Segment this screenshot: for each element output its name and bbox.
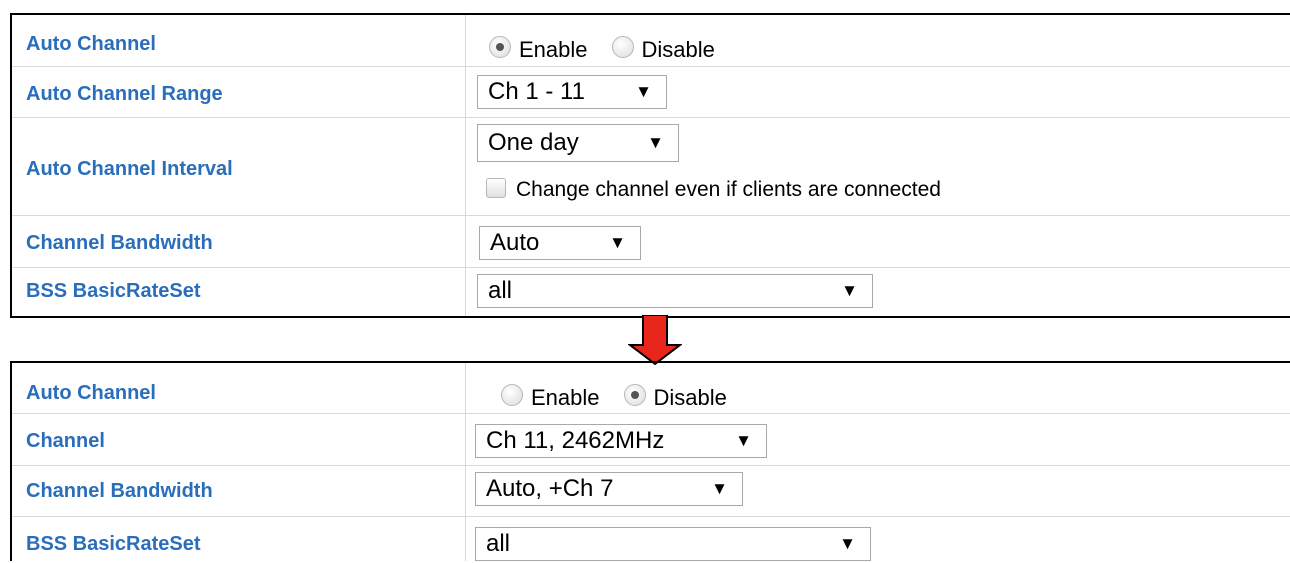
chevron-down-icon: ▼	[711, 479, 728, 498]
bss-basic-rate-set-select[interactable]: all ▼	[475, 527, 871, 561]
bss-basic-rate-set-value: all	[486, 530, 511, 557]
auto-channel-radio-group: Enable Disable	[477, 379, 751, 411]
bss-basic-rate-set-select[interactable]: all ▼	[477, 274, 873, 308]
disable-radio[interactable]	[611, 36, 634, 58]
enable-radio[interactable]	[489, 36, 511, 58]
chevron-down-icon: ▼	[841, 281, 858, 300]
change-channel-checkbox-label: Change channel even if clients are conne…	[516, 178, 941, 201]
auto-channel-range-select[interactable]: Ch 1 - 11 ▼	[477, 75, 667, 109]
row-channel-bandwidth: Channel Bandwidth Auto, +Ch 7 ▼	[12, 466, 1290, 517]
disable-radio-label: Disable	[641, 37, 715, 62]
channel-bandwidth-label: Channel Bandwidth	[26, 232, 213, 254]
auto-channel-range-label: Auto Channel Range	[26, 83, 223, 105]
disable-radio[interactable]	[623, 384, 646, 406]
row-auto-channel: Auto Channel Enable Disable	[12, 363, 1290, 414]
settings-panel-after: Auto Channel Enable Disable Channel Ch 1…	[10, 361, 1290, 561]
row-bss-basic-rate-set: BSS BasicRateSet all ▼	[12, 517, 1290, 563]
auto-channel-interval-select[interactable]: One day ▼	[477, 124, 679, 162]
channel-bandwidth-value: Auto, +Ch 7	[486, 475, 614, 502]
channel-label: Channel	[26, 430, 105, 452]
row-auto-channel: Auto Channel Enable Disable	[12, 15, 1290, 67]
auto-channel-radio-group: Enable Disable	[477, 31, 739, 63]
chevron-down-icon: ▼	[609, 233, 626, 252]
channel-bandwidth-select[interactable]: Auto ▼	[479, 226, 641, 260]
auto-channel-label: Auto Channel	[26, 33, 156, 55]
chevron-down-icon: ▼	[839, 534, 856, 553]
chevron-down-icon: ▼	[635, 82, 652, 101]
down-arrow-icon	[628, 315, 682, 365]
auto-channel-label: Auto Channel	[26, 382, 156, 404]
settings-panel-before: Auto Channel Enable Disable Auto Channel…	[10, 13, 1290, 318]
auto-channel-interval-label: Auto Channel Interval	[26, 158, 233, 180]
row-auto-channel-range: Auto Channel Range Ch 1 - 11 ▼	[12, 67, 1290, 118]
channel-bandwidth-label: Channel Bandwidth	[26, 480, 213, 502]
bss-basic-rate-set-label: BSS BasicRateSet	[26, 280, 201, 302]
auto-channel-range-value: Ch 1 - 11	[488, 78, 585, 105]
change-channel-checkbox[interactable]	[486, 178, 506, 198]
disable-radio-label: Disable	[653, 385, 727, 410]
chevron-down-icon: ▼	[735, 431, 752, 450]
change-channel-checkbox-row: Change channel even if clients are conne…	[486, 174, 941, 202]
auto-channel-interval-value: One day	[488, 129, 579, 156]
row-channel: Channel Ch 11, 2462MHz ▼	[12, 414, 1290, 466]
enable-radio-label: Enable	[531, 385, 600, 410]
row-auto-channel-interval: Auto Channel Interval One day ▼ Change c…	[12, 118, 1290, 216]
channel-value: Ch 11, 2462MHz	[486, 427, 665, 454]
row-channel-bandwidth: Channel Bandwidth Auto ▼	[12, 216, 1290, 268]
enable-radio[interactable]	[501, 384, 523, 406]
channel-bandwidth-value: Auto	[490, 229, 540, 256]
bss-basic-rate-set-label: BSS BasicRateSet	[26, 533, 201, 555]
channel-select[interactable]: Ch 11, 2462MHz ▼	[475, 424, 767, 458]
bss-basic-rate-set-value: all	[488, 277, 513, 304]
row-bss-basic-rate-set: BSS BasicRateSet all ▼	[12, 268, 1290, 318]
chevron-down-icon: ▼	[647, 133, 664, 152]
channel-bandwidth-select[interactable]: Auto, +Ch 7 ▼	[475, 472, 743, 506]
enable-radio-label: Enable	[519, 37, 588, 62]
